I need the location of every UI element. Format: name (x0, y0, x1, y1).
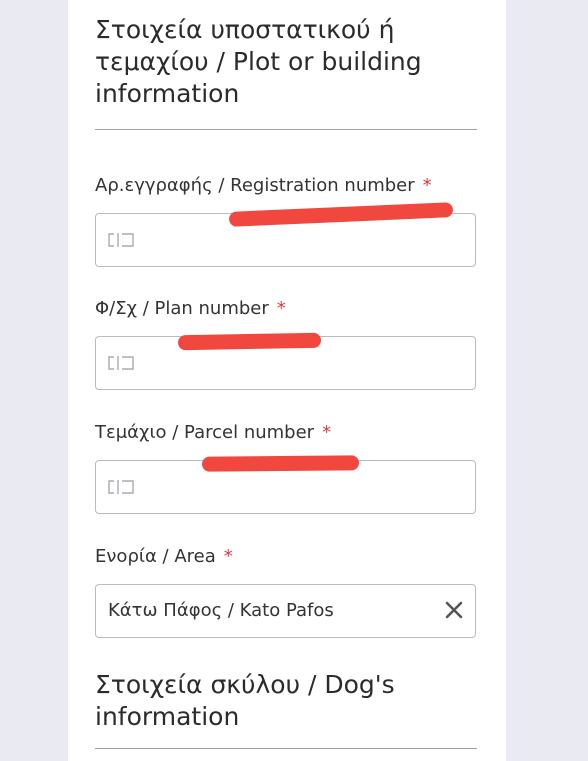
text-cursor-icon (108, 356, 134, 370)
section-divider (95, 129, 477, 130)
parcel-number-label: Τεμάχιο / Parcel number * (95, 421, 331, 445)
close-icon[interactable] (443, 599, 465, 621)
area-selected-value: Κάτω Πάφος / Kato Pafos (108, 600, 334, 621)
area-select[interactable]: Κάτω Πάφος / Kato Pafos (95, 584, 476, 638)
plan-number-label: Φ/Σχ / Plan number * (95, 297, 286, 321)
form-card: Στοιχεία υποστατικού ή τεμαχίου / Plot o… (68, 0, 506, 761)
parcel-number-label-text: Τεμάχιο / Parcel number (95, 422, 315, 443)
registration-number-label: Αρ.εγγραφής / Registration number * (95, 174, 432, 198)
plot-section-title: Στοιχεία υποστατικού ή τεμαχίου / Plot o… (95, 15, 422, 108)
required-asterisk: * (422, 175, 432, 196)
required-asterisk: * (322, 422, 332, 443)
text-cursor-icon (108, 480, 134, 494)
redaction-mark (177, 332, 322, 351)
plan-number-label-text: Φ/Σχ / Plan number (95, 298, 269, 319)
area-label-text: Ενορία / Area (95, 546, 216, 567)
required-asterisk: * (276, 298, 286, 319)
section-divider (95, 748, 477, 749)
area-label: Ενορία / Area * (95, 545, 233, 569)
registration-number-label-text: Αρ.εγγραφής / Registration number (95, 175, 415, 196)
text-cursor-icon (108, 233, 134, 247)
redaction-mark (201, 455, 360, 472)
required-asterisk: * (223, 546, 233, 567)
dog-section-title: Στοιχεία σκύλου / Dog's information (95, 670, 395, 731)
